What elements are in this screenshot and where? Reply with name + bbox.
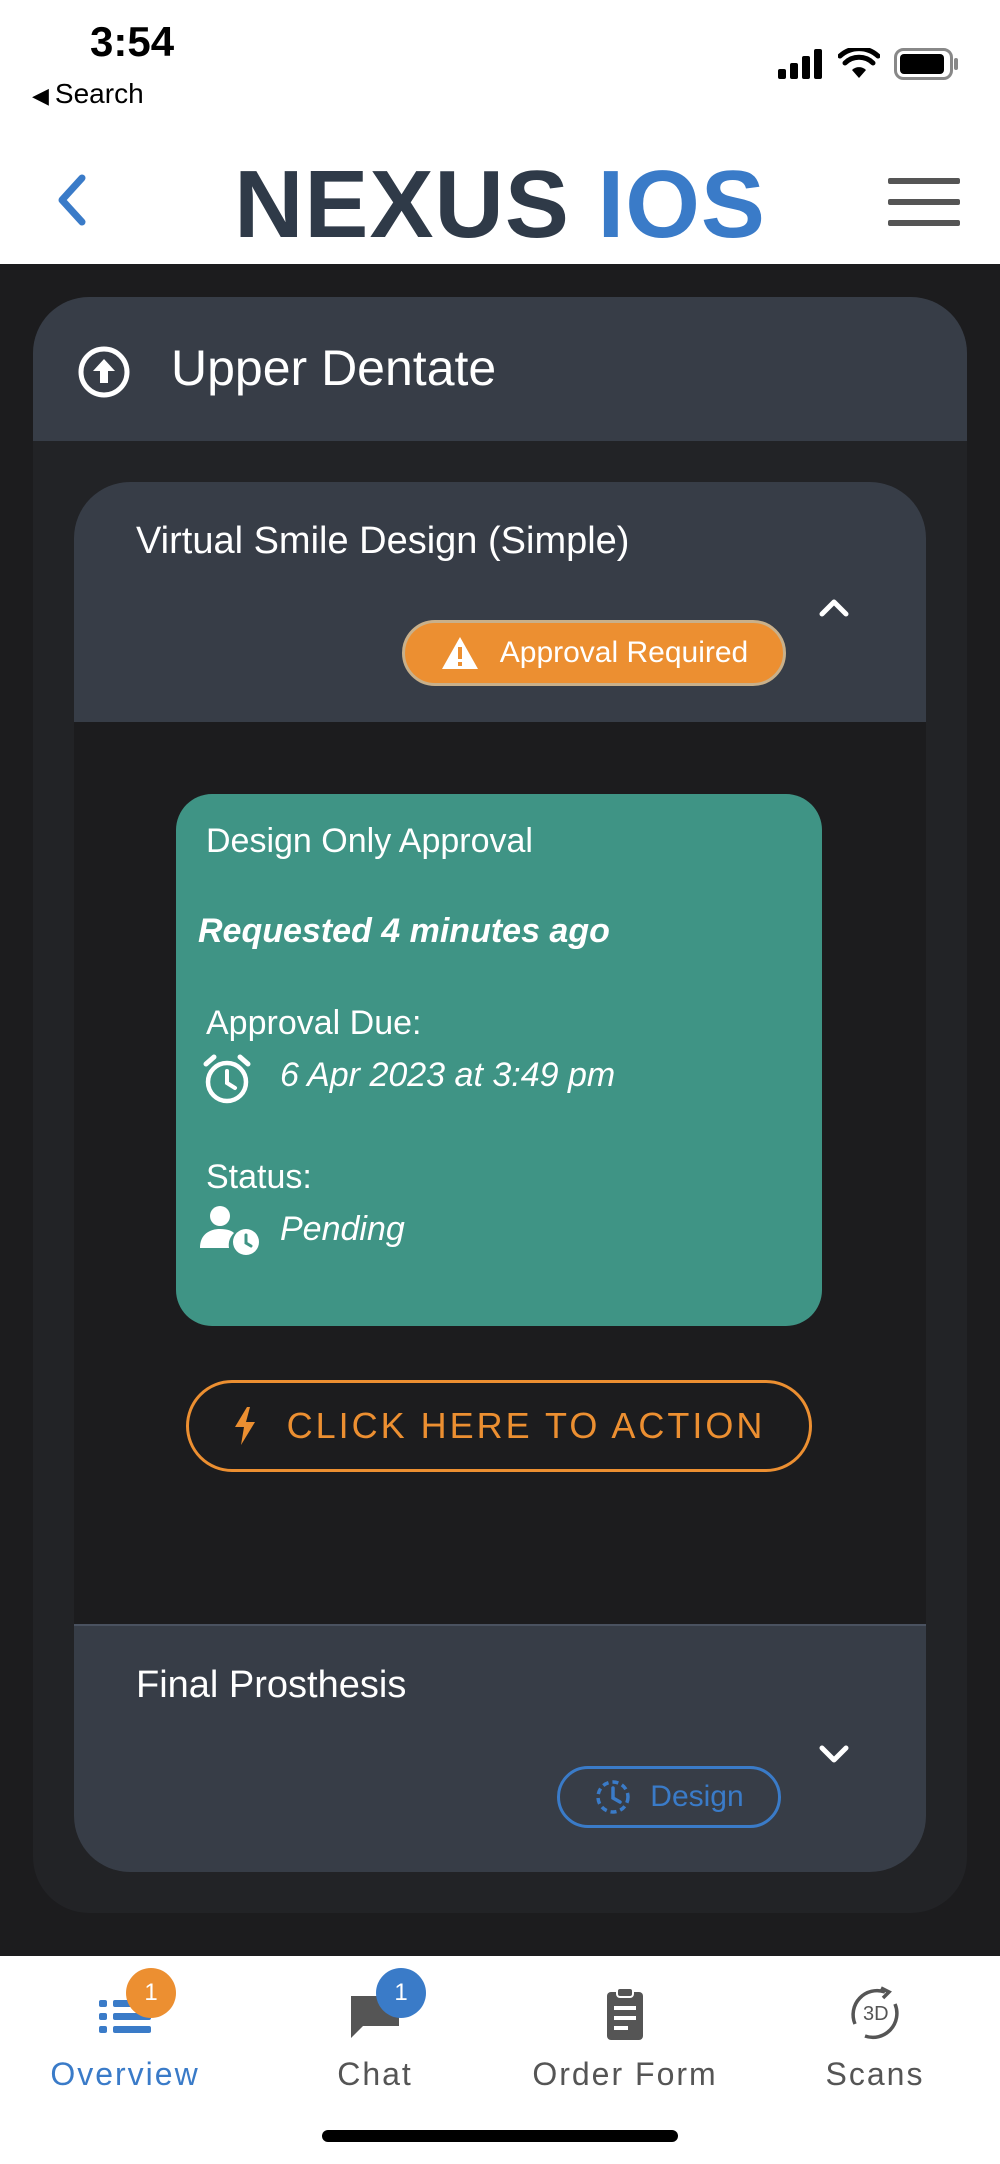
approval-required-label: Approval Required <box>499 636 749 669</box>
dentate-card-title: Upper Dentate <box>171 340 497 396</box>
system-icons <box>778 44 960 84</box>
signal-icon <box>778 49 822 79</box>
clipboard-icon <box>607 1987 643 2040</box>
wifi-icon <box>838 48 880 78</box>
app-logo: NEXUS IOS <box>0 150 1000 260</box>
approval-due-value: 6 Apr 2023 at 3:49 pm <box>280 1056 616 1094</box>
warning-icon <box>441 637 478 669</box>
tab-order-form-label: Order Form <box>532 2056 718 2092</box>
home-indicator[interactable] <box>322 2130 678 2142</box>
section-list: Virtual Smile Design (Simple) Approval R… <box>74 482 926 1872</box>
upload-circle-icon <box>78 346 130 398</box>
click-to-action-button[interactable]: CLICK HERE TO ACTION <box>186 1380 812 1472</box>
chevron-up-icon[interactable] <box>814 592 854 622</box>
status-time: 3:54 <box>90 18 175 65</box>
user-clock-icon <box>200 1206 259 1255</box>
dentate-card: Upper Dentate Virtual Smile Design (Simp… <box>33 297 967 1913</box>
tab-overview-label: Overview <box>50 2056 200 2092</box>
section-virtual-smile-title: Virtual Smile Design (Simple) <box>136 520 630 562</box>
chat-count-badge: 1 <box>376 1968 426 2018</box>
tab-scans[interactable]: 3D Scans <box>750 1956 1000 2116</box>
tab-scans-label: Scans <box>825 2056 925 2092</box>
battery-icon <box>894 48 958 80</box>
app-header: NEXUS IOS <box>0 130 1000 264</box>
tab-overview[interactable]: 1 Overview <box>0 1956 250 2116</box>
back-to-search-link[interactable]: ◀ Search <box>32 78 144 110</box>
hamburger-menu-icon[interactable] <box>888 178 960 228</box>
back-search-label: Search <box>54 78 144 109</box>
svg-text:3D: 3D <box>863 2003 889 2025</box>
tab-chat[interactable]: 1 Chat <box>250 1956 500 2116</box>
section-virtual-smile-header[interactable]: Virtual Smile Design (Simple) Approval R… <box>74 482 926 722</box>
design-stage-label: Design <box>650 1780 744 1813</box>
approval-due-label: Approval Due: <box>206 1004 422 1042</box>
approval-title: Design Only Approval <box>206 822 533 860</box>
alarm-clock-icon <box>203 1054 251 1104</box>
back-triangle-icon: ◀ <box>32 83 49 108</box>
design-stage-badge: Design <box>557 1766 781 1828</box>
dentate-card-header[interactable]: Upper Dentate <box>33 297 967 441</box>
logo-ios: IOS <box>597 151 766 258</box>
approval-status-value: Pending <box>280 1210 405 1248</box>
approval-required-badge: Approval Required <box>402 620 786 686</box>
clock-history-icon <box>596 1780 631 1814</box>
click-to-action-label: CLICK HERE TO ACTION <box>286 1405 766 1446</box>
tab-chat-label: Chat <box>337 2056 413 2092</box>
tab-order-form[interactable]: Order Form <box>500 1956 750 2116</box>
overview-count-badge: 1 <box>126 1968 176 2018</box>
approval-details-box: Design Only Approval Requested 4 minutes… <box>176 794 822 1326</box>
status-bar: 3:54 ◀ Search <box>0 0 1000 130</box>
lightning-bolt-icon <box>234 1407 255 1445</box>
chevron-down-icon[interactable] <box>814 1740 854 1770</box>
approval-status-label: Status: <box>206 1158 312 1196</box>
section-final-prosthesis-header[interactable]: Final Prosthesis Design <box>74 1624 926 1872</box>
3d-rotate-icon: 3D <box>851 1986 899 2040</box>
section-final-prosthesis-title: Final Prosthesis <box>136 1664 407 1706</box>
logo-nexus: NEXUS <box>234 151 570 258</box>
approval-requested-time: Requested 4 minutes ago <box>198 912 610 950</box>
